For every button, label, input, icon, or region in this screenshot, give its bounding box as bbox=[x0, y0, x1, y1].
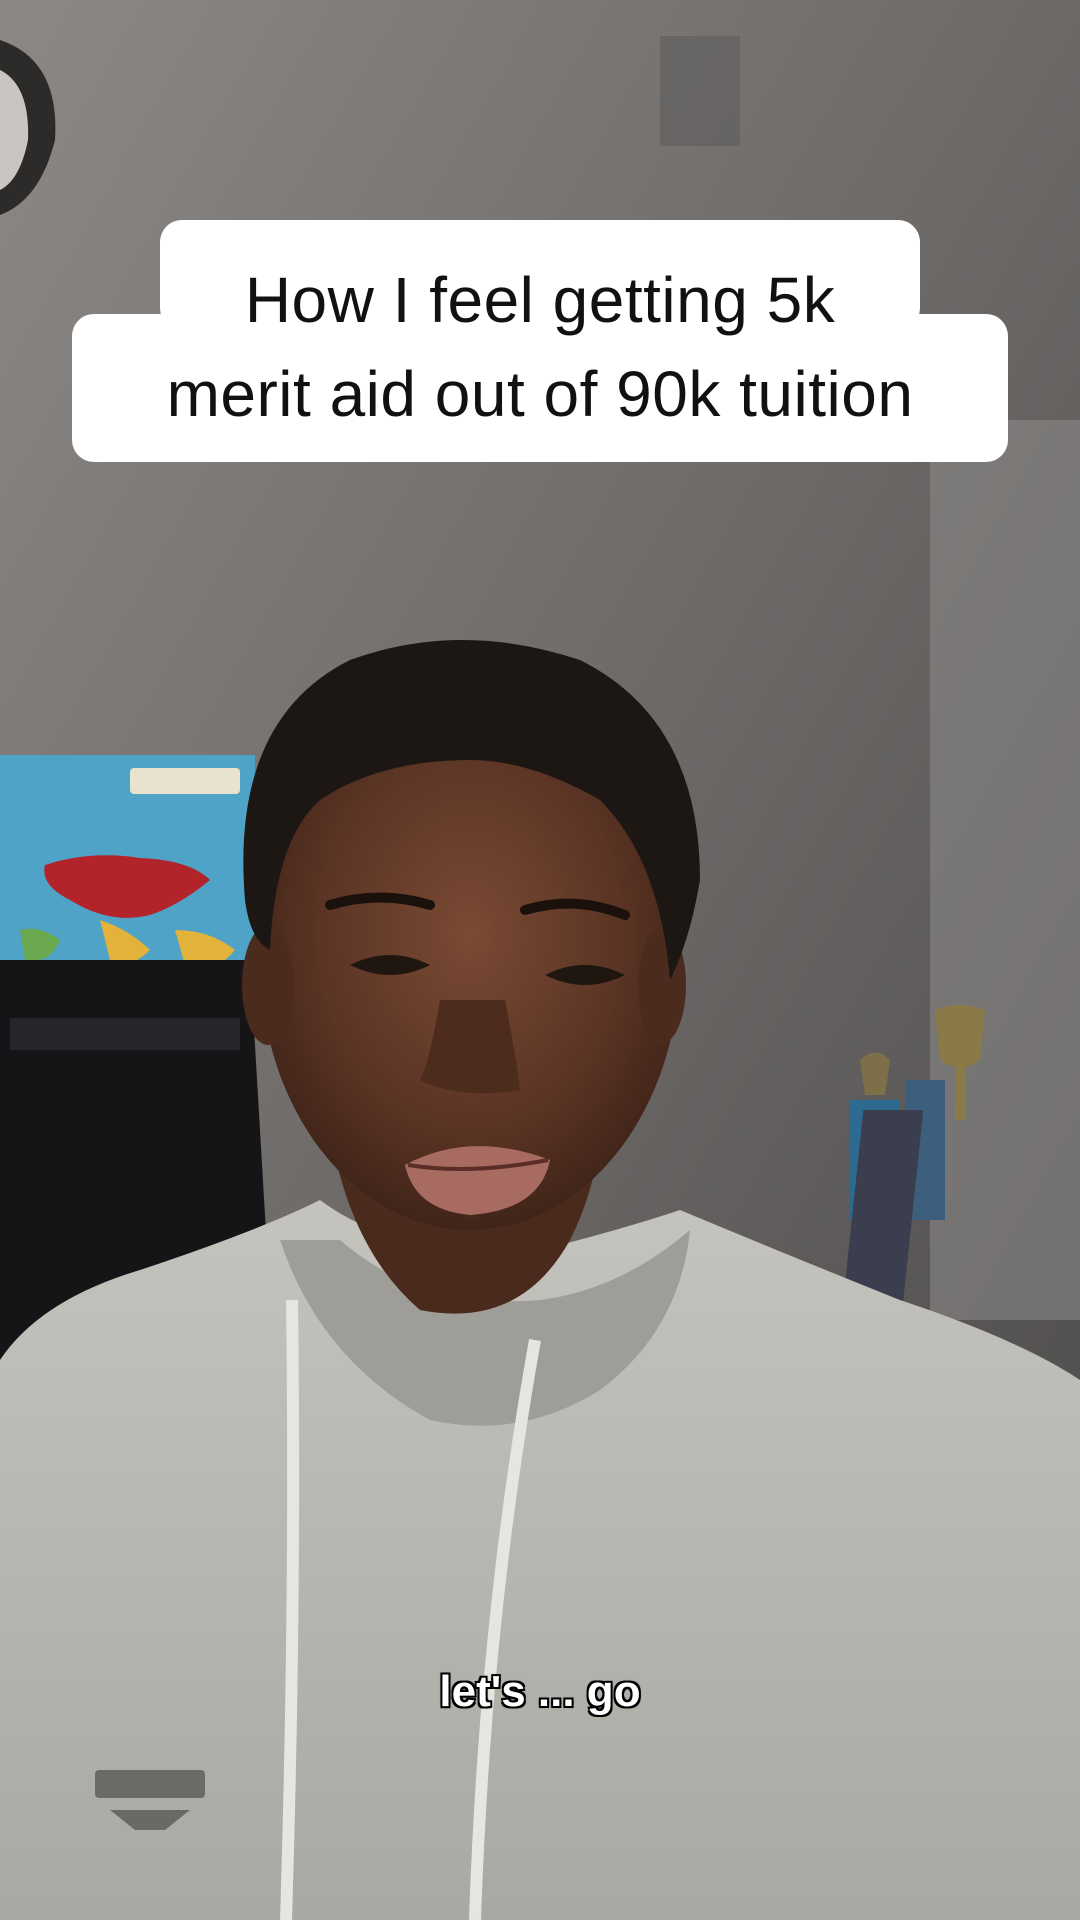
hoodie-drawstring-left bbox=[280, 1299, 300, 1920]
caption-overlay: How I feel getting 5k merit aid out of 9… bbox=[0, 0, 1080, 480]
caption-line-2: merit aid out of 90k tuition bbox=[166, 358, 914, 430]
door-frame bbox=[930, 420, 1080, 1320]
world-map-poster bbox=[0, 755, 255, 995]
chair-print bbox=[10, 1018, 240, 1050]
caption-line-1: How I feel getting 5k bbox=[244, 264, 836, 336]
spoken-subtitle: let's ... go bbox=[438, 1667, 642, 1716]
